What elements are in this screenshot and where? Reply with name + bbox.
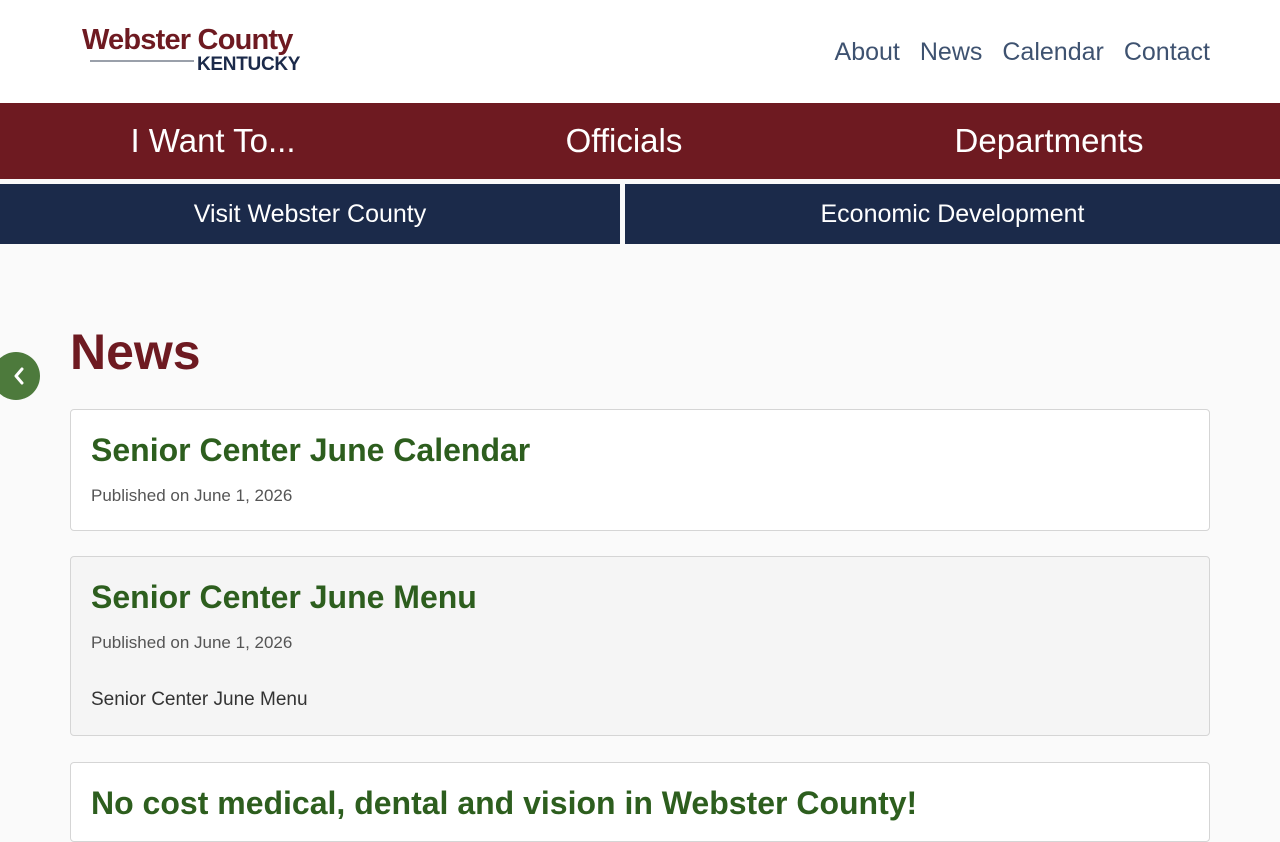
primary-nav: I Want To... Officials Departments	[0, 103, 1280, 179]
site-header: Webster County KENTUCKY About News Calen…	[0, 0, 1280, 103]
primary-nav-departments[interactable]: Departments	[836, 103, 1262, 179]
news-card-title[interactable]: No cost medical, dental and vision in We…	[91, 783, 917, 823]
side-panel-toggle[interactable]	[0, 352, 40, 400]
logo-subtitle: KENTUCKY	[197, 54, 301, 75]
chevron-left-icon	[14, 367, 24, 385]
top-nav: About News Calendar Contact	[835, 36, 1210, 68]
nav-link-about[interactable]: About	[835, 36, 900, 68]
page-title: News	[70, 324, 201, 380]
news-card-published-date: Published on June 1, 2026	[91, 486, 293, 505]
news-card-published-date: Published on June 1, 2026	[91, 633, 293, 652]
nav-link-news[interactable]: News	[920, 36, 983, 68]
news-card: No cost medical, dental and vision in We…	[70, 762, 1210, 842]
news-card-summary: Senior Center June Menu	[91, 689, 308, 710]
secondary-nav-economic-development[interactable]: Economic Development	[625, 184, 1280, 244]
news-card: Senior Center June Menu Published on Jun…	[70, 556, 1210, 736]
news-card-title[interactable]: Senior Center June Calendar	[91, 430, 530, 470]
secondary-nav-visit-webster-county[interactable]: Visit Webster County	[0, 184, 620, 244]
news-card: Senior Center June Calendar Published on…	[70, 409, 1210, 531]
primary-nav-i-want-to[interactable]: I Want To...	[0, 103, 426, 179]
secondary-nav: Visit Webster County Economic Developmen…	[0, 184, 1280, 244]
news-card-title[interactable]: Senior Center June Menu	[91, 577, 477, 617]
site-logo[interactable]: Webster County KENTUCKY	[82, 22, 332, 78]
primary-nav-officials[interactable]: Officials	[411, 103, 837, 179]
logo-divider	[90, 60, 194, 62]
nav-link-calendar[interactable]: Calendar	[1002, 36, 1103, 68]
nav-link-contact[interactable]: Contact	[1124, 36, 1210, 68]
